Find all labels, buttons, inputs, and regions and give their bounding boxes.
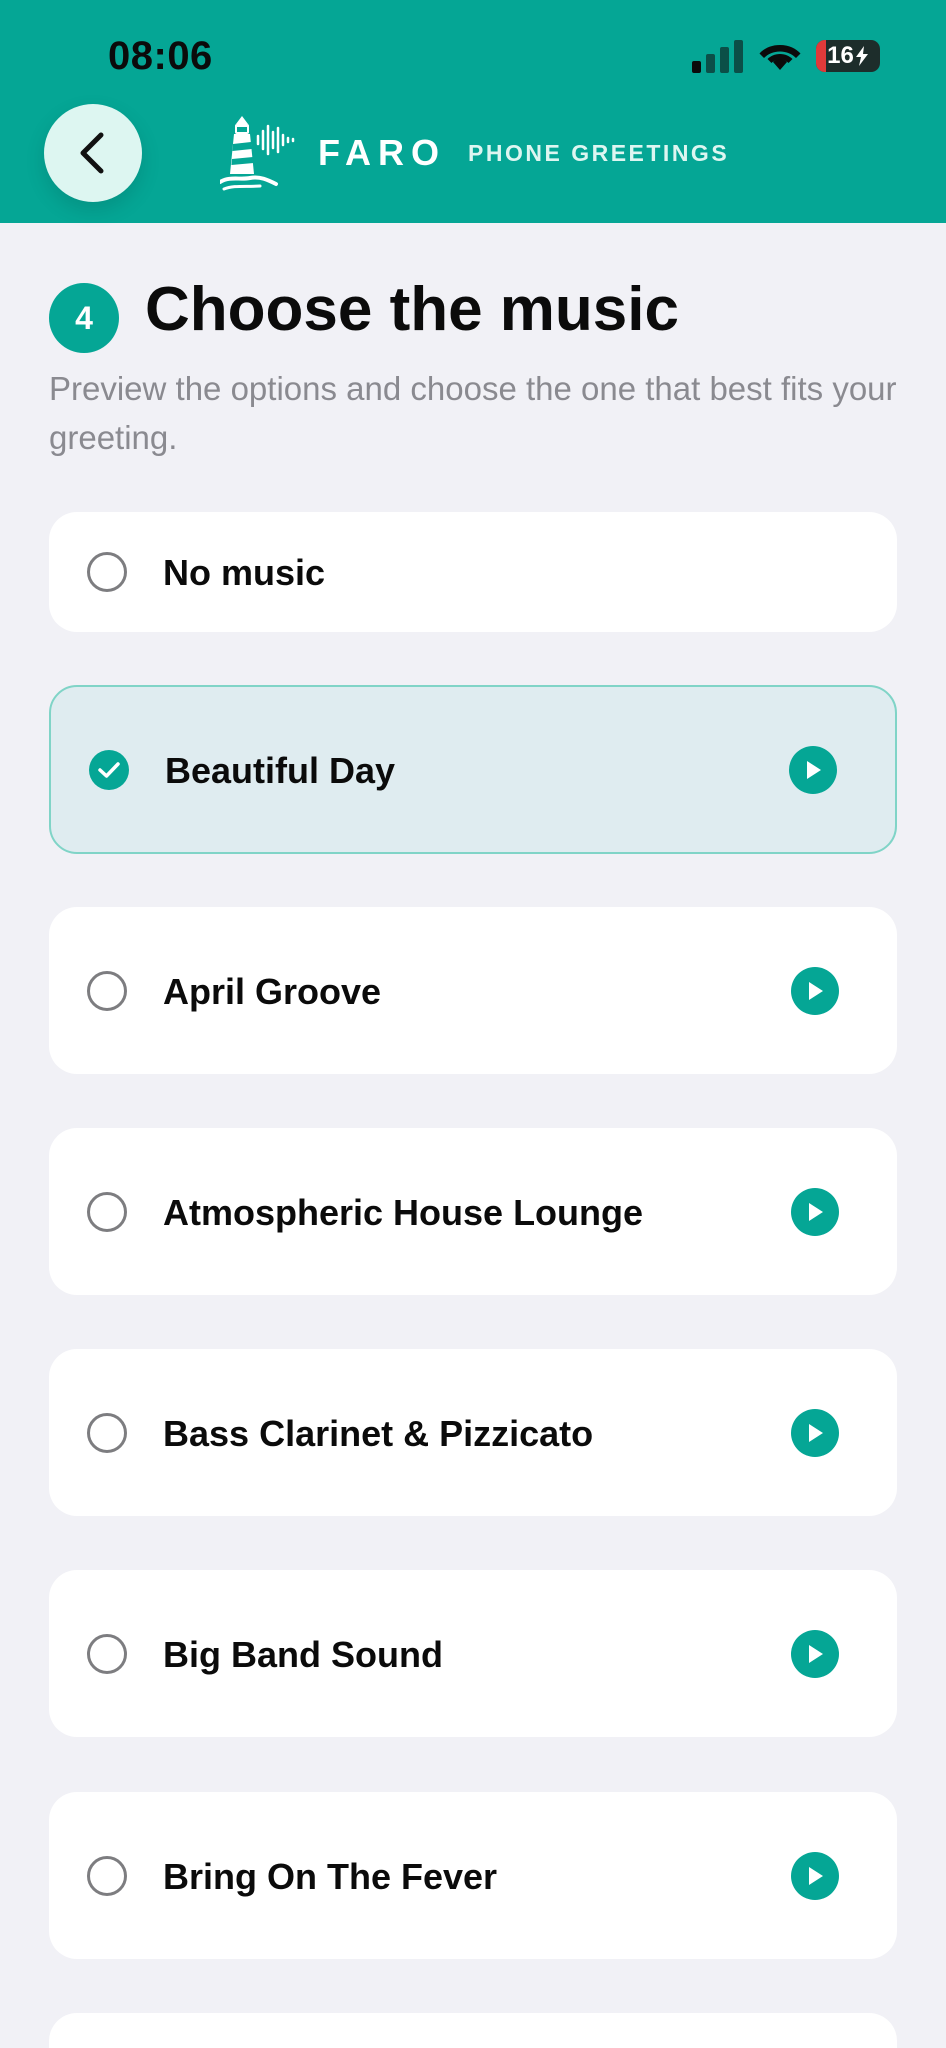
music-option-bass-clarinet-pizzicato[interactable]: Bass Clarinet & Pizzicato	[49, 1349, 897, 1516]
play-icon	[809, 1867, 823, 1885]
cellular-signal-icon	[692, 39, 744, 73]
music-option-big-band-sound[interactable]: Big Band Sound	[49, 1570, 897, 1737]
page-subtitle: Preview the options and choose the one t…	[49, 370, 897, 456]
play-icon	[807, 761, 821, 779]
page-title: Choose the music	[145, 275, 679, 344]
radio-button[interactable]	[87, 1856, 127, 1896]
battery-percent: 16	[827, 42, 854, 69]
option-label: Big Band Sound	[163, 1634, 443, 1675]
play-icon	[809, 1424, 823, 1442]
play-preview-button[interactable]	[789, 746, 837, 794]
option-label: Beautiful Day	[165, 750, 396, 791]
radio-button-checked[interactable]	[89, 750, 129, 790]
brand-tagline: PHONE GREETINGS	[468, 139, 730, 166]
play-preview-button[interactable]	[791, 1409, 839, 1457]
option-label: April Groove	[163, 971, 382, 1012]
radio-button[interactable]	[87, 1413, 127, 1453]
music-option-beautiful-day[interactable]: Beautiful Day	[49, 685, 897, 854]
music-option-april-groove[interactable]: April Groove	[49, 907, 897, 1074]
music-option-atmospheric-house-lounge[interactable]: Atmospheric House Lounge	[49, 1128, 897, 1295]
play-icon	[809, 1645, 823, 1663]
play-preview-button[interactable]	[791, 1188, 839, 1236]
music-option-bring-on-the-fever[interactable]: Bring On The Fever	[49, 1792, 897, 1959]
faro-logo: FARO PHONE GREETINGS	[220, 114, 729, 192]
step-number-badge: 4	[49, 283, 119, 353]
option-label: Bass Clarinet & Pizzicato	[163, 1413, 594, 1454]
status-time: 08:06	[108, 34, 213, 78]
option-label: Atmospheric House Lounge	[163, 1192, 644, 1233]
bolt-icon	[855, 46, 868, 66]
battery-charging-icon: 16	[816, 40, 880, 72]
option-label: Bring On The Fever	[163, 1856, 498, 1897]
play-icon	[809, 1203, 823, 1221]
play-preview-button[interactable]	[791, 1852, 839, 1900]
music-option-no-music[interactable]: No music	[49, 512, 897, 632]
play-preview-button[interactable]	[791, 1630, 839, 1678]
play-icon	[809, 982, 823, 1000]
radio-button[interactable]	[87, 971, 127, 1011]
chevron-left-icon	[80, 132, 104, 174]
radio-button[interactable]	[87, 1634, 127, 1674]
app-header: 08:06 16 FARO PHONE GREETINGS	[0, 0, 946, 223]
radio-button[interactable]	[87, 1192, 127, 1232]
lighthouse-soundwave-icon	[220, 116, 295, 191]
brand-name: FARO	[318, 132, 447, 173]
play-preview-button[interactable]	[791, 967, 839, 1015]
checkmark-icon	[98, 762, 120, 778]
music-option-partial[interactable]	[49, 2013, 897, 2048]
radio-button[interactable]	[87, 552, 127, 592]
option-label: No music	[163, 552, 326, 593]
wifi-icon	[759, 45, 801, 70]
back-button[interactable]	[44, 104, 142, 202]
status-icons: 16	[692, 36, 880, 76]
